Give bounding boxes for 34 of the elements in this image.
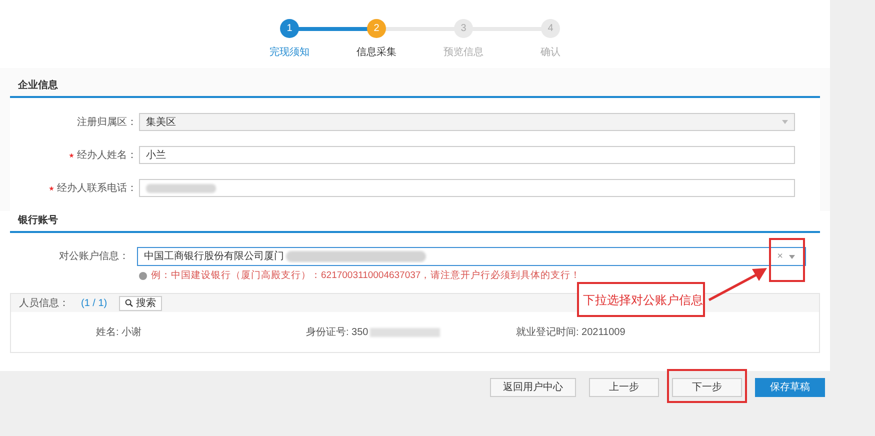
field-label: 经办人姓名： — [77, 148, 137, 162]
field-label: 对公账户信息： — [59, 250, 129, 264]
arrow — [708, 266, 768, 302]
highlight-frame — [769, 238, 805, 282]
annotation-callout: 下拉选择对公账户信息 — [577, 282, 705, 317]
caret-icon — [782, 120, 788, 124]
section-title: 银行账号 — [18, 214, 58, 228]
person-name: 姓名: 小谢 — [96, 326, 143, 340]
caret-icon — [789, 254, 795, 258]
employment-date: 就业登记时间: 20211009 — [516, 326, 626, 340]
section-title: 企业信息 — [18, 78, 58, 93]
panel-label: 人员信息： — [19, 296, 69, 311]
person-id: 身份证号: 350 — [306, 326, 368, 340]
field-label: 注册归属区： — [77, 116, 137, 130]
action-button[interactable]: 下一步 — [672, 378, 742, 398]
redacted-mark — [146, 184, 216, 192]
action-button[interactable]: 保存草稿 — [755, 378, 825, 398]
select-field[interactable]: 中国工商银行股份有限公司厦门 × — [137, 247, 806, 266]
field-label: 经办人联系电话： — [57, 182, 137, 196]
step-label: 确认 — [540, 46, 560, 60]
select-field[interactable]: 集美区 — [139, 113, 795, 131]
info-icon — [139, 272, 147, 280]
redacted-mark — [370, 328, 440, 337]
search-icon — [125, 299, 134, 308]
step-label: 完现须知 — [270, 46, 310, 60]
search-button[interactable]: 搜索 — [119, 296, 162, 311]
step-label: 预览信息 — [444, 46, 484, 60]
input-field[interactable] — [139, 179, 795, 197]
action-button[interactable]: 返回用户中心 — [490, 378, 576, 398]
record-count: (1 / 1) — [81, 296, 108, 311]
input-field[interactable]: 小兰 — [139, 146, 795, 164]
action-button[interactable]: 上一步 — [589, 378, 659, 398]
step-label: 信息采集 — [356, 46, 396, 60]
hint-text: 例：中国建设银行（厦门高殿支行）：6217003110004637037，请注意开户行必须到具体的支行！ — [151, 269, 581, 283]
